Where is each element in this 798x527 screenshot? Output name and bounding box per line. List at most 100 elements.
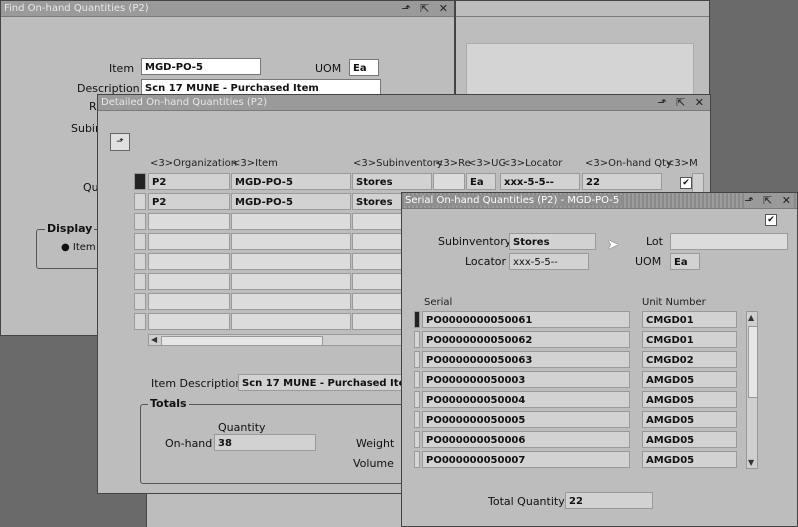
row-selector[interactable] xyxy=(414,391,420,408)
empty-cell[interactable] xyxy=(148,253,230,270)
empty-cell[interactable] xyxy=(231,253,351,270)
folder-icon[interactable]: ⬏ xyxy=(110,133,130,151)
col-organization: <3>Organization xyxy=(150,158,238,169)
cell-locator[interactable]: xxx-5-5-- xyxy=(500,173,580,190)
serial-column-header: Serial xyxy=(424,297,453,308)
serial-vertical-scrollbar[interactable]: ▲ ▼ xyxy=(746,311,758,469)
horizontal-scrollbar[interactable]: ◀ xyxy=(148,334,404,346)
empty-cell[interactable] xyxy=(352,293,404,310)
empty-cell[interactable] xyxy=(352,253,404,270)
empty-cell[interactable] xyxy=(352,313,404,330)
empty-cell[interactable] xyxy=(231,293,351,310)
serial-cell[interactable]: PO000000050005 xyxy=(422,411,630,428)
total-quantity-label: Total Quantity xyxy=(488,495,565,508)
row-selector[interactable] xyxy=(414,431,420,448)
unit-number-cell[interactable]: AMGD05 xyxy=(642,371,737,388)
row-selector[interactable] xyxy=(134,253,146,270)
empty-cell[interactable] xyxy=(231,213,351,230)
cell-organization[interactable]: P2 xyxy=(148,173,230,190)
cell-onhand-qty[interactable]: 22 xyxy=(582,173,662,190)
unit-number-cell[interactable]: AMGD05 xyxy=(642,431,737,448)
unit-number-cell[interactable]: CMGD01 xyxy=(642,311,737,328)
row-selector[interactable] xyxy=(414,311,420,328)
empty-cell[interactable] xyxy=(352,273,404,290)
onhand-label: On-hand xyxy=(165,437,213,450)
empty-cell[interactable] xyxy=(352,233,404,250)
serial-cell[interactable]: PO000000050004 xyxy=(422,391,630,408)
cell-uom[interactable]: Ea xyxy=(466,173,496,190)
row-selector[interactable] xyxy=(414,331,420,348)
total-quantity-field[interactable]: 22 xyxy=(565,492,653,509)
scroll-down-icon[interactable]: ▼ xyxy=(748,458,754,467)
find-window-titlebar[interactable]: Find On-hand Quantities (P2) ⬏ ⇱ ✕ xyxy=(1,1,454,17)
row-selector[interactable] xyxy=(414,411,420,428)
onhand-quantity-field[interactable]: 38 xyxy=(214,434,316,451)
window-controls-icon[interactable]: ⬏ ⇱ ✕ xyxy=(744,193,794,208)
empty-cell[interactable] xyxy=(231,273,351,290)
empty-cell[interactable] xyxy=(352,213,404,230)
scroll-thumb[interactable] xyxy=(748,326,758,398)
totals-group-label: Totals xyxy=(148,397,189,410)
col-locator: <3>Locator xyxy=(502,158,563,169)
scroll-left-icon[interactable]: ◀ xyxy=(151,335,157,344)
empty-cell[interactable] xyxy=(148,313,230,330)
serial-cell[interactable]: PO0000000050062 xyxy=(422,331,630,348)
quantity-header: Quantity xyxy=(218,421,266,434)
lot-label: Lot xyxy=(646,235,663,248)
detail-window-titlebar[interactable]: Detailed On-hand Quantities (P2) ⬏ ⇱ ✕ xyxy=(98,95,710,111)
window-controls-icon[interactable]: ⬏ ⇱ ✕ xyxy=(401,1,451,16)
display-item-radio[interactable]: ● Item xyxy=(61,242,96,253)
subinventory-field[interactable]: Stores xyxy=(509,233,596,250)
lot-field[interactable] xyxy=(670,233,788,250)
row-selector[interactable] xyxy=(134,233,146,250)
row-selector[interactable] xyxy=(134,213,146,230)
serial-cell[interactable]: PO000000050007 xyxy=(422,451,630,468)
serial-cell[interactable]: PO000000050003 xyxy=(422,371,630,388)
cell-subinventory[interactable]: Stores xyxy=(352,173,432,190)
row-selector[interactable] xyxy=(134,193,146,210)
cell-item[interactable]: MGD-PO-5 xyxy=(231,173,351,190)
unit-number-cell[interactable]: AMGD05 xyxy=(642,451,737,468)
empty-cell[interactable] xyxy=(231,313,351,330)
weight-label: Weight xyxy=(356,437,395,450)
cell-organization[interactable]: P2 xyxy=(148,193,230,210)
serial-window-titlebar[interactable]: Serial On-hand Quantities (P2) - MGD-PO-… xyxy=(402,193,797,209)
empty-cell[interactable] xyxy=(231,233,351,250)
col-onhand-qty: <3>On-hand Qty xyxy=(585,158,672,169)
row-selector[interactable] xyxy=(134,293,146,310)
row-selector[interactable] xyxy=(414,451,420,468)
row-selector[interactable] xyxy=(134,313,146,330)
item-description-field[interactable]: Scn 17 MUNE - Purchased Item xyxy=(238,374,403,391)
find-window-title: Find On-hand Quantities (P2) xyxy=(4,3,149,14)
serial-window-checkbox[interactable]: ✔ xyxy=(765,214,777,226)
background-panel: ⬏ ⇱ ✕ xyxy=(455,0,710,101)
row-selector[interactable] xyxy=(414,371,420,388)
empty-cell[interactable] xyxy=(148,293,230,310)
unit-number-cell[interactable]: CMGD02 xyxy=(642,351,737,368)
uom-field[interactable]: Ea xyxy=(349,59,379,76)
serial-cell[interactable]: PO0000000050063 xyxy=(422,351,630,368)
scroll-up-icon[interactable]: ▲ xyxy=(748,313,754,322)
row-selector[interactable] xyxy=(134,173,146,190)
unit-number-cell[interactable]: AMGD05 xyxy=(642,391,737,408)
uom-field[interactable]: Ea xyxy=(670,253,700,270)
unit-number-cell[interactable]: CMGD01 xyxy=(642,331,737,348)
empty-cell[interactable] xyxy=(148,273,230,290)
vertical-scrollbar[interactable] xyxy=(692,173,704,193)
empty-cell[interactable] xyxy=(148,233,230,250)
window-controls-icon[interactable]: ⬏ ⇱ ✕ xyxy=(657,95,707,110)
scroll-thumb[interactable] xyxy=(161,336,323,346)
uom-label: UOM xyxy=(635,255,662,268)
cell-item[interactable]: MGD-PO-5 xyxy=(231,193,351,210)
item-description-label: Item Description xyxy=(151,377,243,390)
row-checkbox[interactable]: ✔ xyxy=(680,177,692,189)
row-selector[interactable] xyxy=(414,351,420,368)
cell-revision[interactable] xyxy=(433,173,465,190)
item-field[interactable]: MGD-PO-5 xyxy=(141,58,261,75)
empty-cell[interactable] xyxy=(148,213,230,230)
unit-number-cell[interactable]: AMGD05 xyxy=(642,411,737,428)
serial-cell[interactable]: PO0000000050061 xyxy=(422,311,630,328)
serial-cell[interactable]: PO000000050006 xyxy=(422,431,630,448)
locator-field[interactable]: xxx-5-5-- xyxy=(509,253,589,270)
row-selector[interactable] xyxy=(134,273,146,290)
